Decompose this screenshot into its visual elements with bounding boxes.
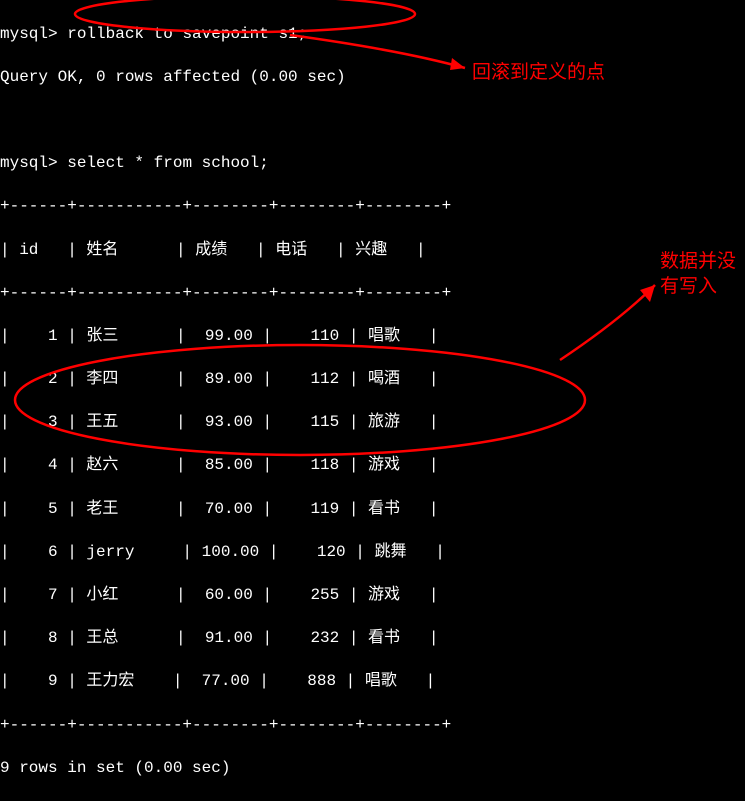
terminal-output: mysql> rollback to savepoint s1; Query O… <box>0 0 745 801</box>
table-row: | 1 | 张三 | 99.00 | 110 | 唱歌 | <box>0 326 745 348</box>
table-row: | 9 | 王力宏 | 77.00 | 888 | 唱歌 | <box>0 671 745 693</box>
table-row: | 8 | 王总 | 91.00 | 232 | 看书 | <box>0 628 745 650</box>
table-row: | 6 | jerry | 100.00 | 120 | 跳舞 | <box>0 542 745 564</box>
cmd-line-2: mysql> select * from school; <box>0 153 745 175</box>
command-text: rollback to savepoint s1; <box>67 25 307 43</box>
table-row: | 7 | 小红 | 60.00 | 255 | 游戏 | <box>0 585 745 607</box>
command-text: select * from school; <box>67 154 269 172</box>
table-border-bottom: +------+-----------+--------+--------+--… <box>0 715 745 737</box>
table-row: | 4 | 赵六 | 85.00 | 118 | 游戏 | <box>0 455 745 477</box>
annotation-nodata: 数据并没有写入 <box>660 250 740 299</box>
result-line-1: Query OK, 0 rows affected (0.00 sec) <box>0 67 745 89</box>
table-row: | 2 | 李四 | 89.00 | 112 | 喝酒 | <box>0 369 745 391</box>
cmd-line-1: mysql> rollback to savepoint s1; <box>0 24 745 46</box>
annotation-rollback: 回滚到定义的点 <box>472 60 605 86</box>
table-header: | id | 姓名 | 成绩 | 电话 | 兴趣 | <box>0 240 745 262</box>
result-footer: 9 rows in set (0.00 sec) <box>0 758 745 780</box>
table-row: | 3 | 王五 | 93.00 | 115 | 旅游 | <box>0 412 745 434</box>
prompt: mysql> <box>0 25 58 43</box>
table-border-top: +------+-----------+--------+--------+--… <box>0 196 745 218</box>
blank-line <box>0 110 745 132</box>
prompt: mysql> <box>0 154 58 172</box>
table-border-mid: +------+-----------+--------+--------+--… <box>0 283 745 305</box>
